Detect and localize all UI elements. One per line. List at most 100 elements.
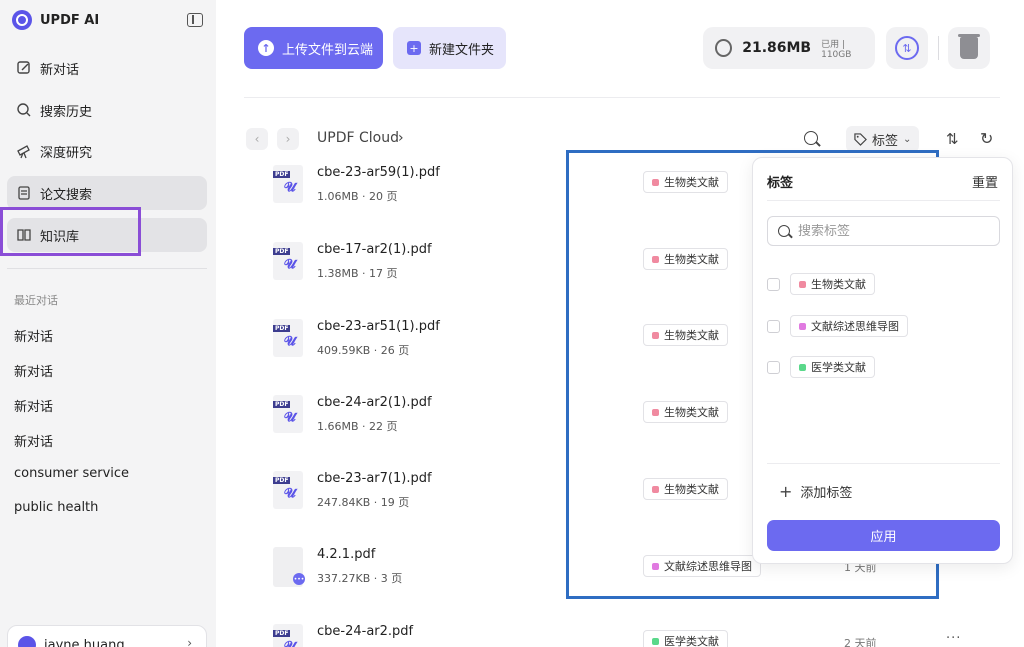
file-row[interactable]: PDF 𝓤 cbe-23-ar51(1).pdf 409.59KB · 26 页 bbox=[273, 319, 573, 359]
sidebar: UPDF AI 新对话 搜索历史 深度研究 论文搜索 知识库 最近对话 新对话 … bbox=[0, 0, 216, 647]
tag-search-input[interactable] bbox=[798, 223, 978, 239]
sidebar-item-search-history[interactable]: 搜索历史 bbox=[7, 93, 207, 127]
storage-meta: 已用 | 110GB bbox=[821, 39, 852, 60]
upload-to-cloud-button[interactable]: ↑ 上传文件到云端 bbox=[244, 27, 383, 69]
divider bbox=[767, 200, 1000, 201]
chevron-right-icon: › bbox=[187, 636, 192, 647]
tag-chip: 文献综述思维导图 bbox=[790, 315, 908, 337]
app-name: UPDF AI bbox=[40, 12, 100, 28]
file-row[interactable]: PDF 𝓤 cbe-23-ar59(1).pdf 1.06MB · 20 页 bbox=[273, 165, 573, 205]
storage-usage[interactable]: 21.86MB 已用 | 110GB bbox=[703, 27, 875, 69]
brand[interactable]: UPDF AI bbox=[12, 10, 99, 30]
tag-color-dot bbox=[799, 280, 806, 288]
new-folder-button[interactable]: + 新建文件夹 bbox=[393, 27, 506, 69]
tag-color-dot bbox=[799, 322, 806, 330]
storage-used: 21.86MB bbox=[742, 40, 812, 56]
file-name: cbe-23-ar7(1).pdf bbox=[317, 471, 432, 486]
checkbox[interactable] bbox=[767, 360, 780, 374]
sidebar-item-deep-research[interactable]: 深度研究 bbox=[7, 134, 207, 168]
divider bbox=[938, 36, 939, 60]
sidebar-item-label: 搜索历史 bbox=[40, 104, 93, 120]
pdf-file-icon: PDF 𝓤 bbox=[273, 165, 303, 203]
tag-chip: 医学类文献 bbox=[790, 356, 875, 378]
divider bbox=[767, 463, 1000, 464]
recent-chat-item[interactable]: 新对话 bbox=[14, 431, 53, 450]
recent-chat-item[interactable]: 新对话 bbox=[14, 361, 53, 380]
tag-icon bbox=[854, 132, 867, 146]
trash-icon bbox=[958, 34, 980, 59]
divider bbox=[244, 97, 1000, 98]
sidebar-collapse-icon[interactable] bbox=[187, 13, 203, 27]
edit-icon bbox=[16, 60, 32, 76]
more-options-icon[interactable]: ··· bbox=[946, 631, 961, 646]
add-folder-icon: + bbox=[407, 41, 421, 55]
pdf-file-icon: PDF 𝓤 bbox=[273, 624, 303, 647]
file-row[interactable]: ••• 4.2.1.pdf 337.27KB · 3 页 bbox=[273, 547, 573, 587]
pdf-file-icon: PDF 𝓤 bbox=[273, 319, 303, 357]
panel-title: 标签 bbox=[767, 176, 794, 191]
search-icon bbox=[778, 225, 790, 237]
refresh-icon[interactable]: ↻ bbox=[980, 129, 993, 148]
add-tag-button[interactable]: + 添加标签 bbox=[779, 482, 852, 501]
user-account[interactable]: jayne huang › bbox=[7, 625, 207, 647]
sync-icon: ⇅ bbox=[895, 36, 919, 60]
plus-icon: + bbox=[779, 482, 793, 501]
tag-color-dot bbox=[799, 363, 806, 371]
sync-button[interactable]: ⇅ bbox=[886, 27, 928, 69]
recent-chat-item[interactable]: 新对话 bbox=[14, 396, 53, 415]
pdf-file-icon: PDF 𝓤 bbox=[273, 242, 303, 280]
file-row[interactable]: PDF 𝓤 cbe-24-ar2.pdf bbox=[273, 624, 573, 647]
recent-chat-item[interactable]: 新对话 bbox=[14, 326, 53, 345]
recent-chats-title: 最近对话 bbox=[14, 294, 58, 307]
chevron-right-icon: › bbox=[398, 130, 404, 146]
file-meta: 1.66MB · 22 页 bbox=[317, 420, 398, 433]
file-row[interactable]: PDF 𝓤 cbe-23-ar7(1).pdf 247.84KB · 19 页 bbox=[273, 471, 573, 511]
sidebar-item-label: 新对话 bbox=[40, 62, 80, 78]
file-meta: 337.27KB · 3 页 bbox=[317, 572, 403, 585]
document-file-icon: ••• bbox=[273, 547, 305, 587]
telescope-icon bbox=[16, 143, 32, 159]
sidebar-item-paper-search[interactable]: 论文搜索 bbox=[7, 176, 207, 210]
tag-option[interactable]: 生物类文献 bbox=[767, 273, 875, 295]
file-name: cbe-17-ar2(1).pdf bbox=[317, 242, 432, 257]
tag-search-field[interactable] bbox=[767, 216, 1000, 246]
upload-label: 上传文件到云端 bbox=[282, 42, 374, 58]
file-name: cbe-24-ar2.pdf bbox=[317, 624, 414, 639]
recent-chat-item[interactable]: public health bbox=[14, 500, 98, 515]
tag-option[interactable]: 文献综述思维导图 bbox=[767, 315, 908, 337]
file-tag[interactable]: 医学类文献 bbox=[643, 630, 728, 647]
tag-option[interactable]: 医学类文献 bbox=[767, 356, 875, 378]
pdf-file-icon: PDF 𝓤 bbox=[273, 395, 303, 433]
recent-chat-item[interactable]: consumer service bbox=[14, 466, 129, 481]
file-row[interactable]: PDF 𝓤 cbe-24-ar2(1).pdf 1.66MB · 22 页 bbox=[273, 395, 573, 435]
tag-filter-button[interactable]: 标签 ⌄ bbox=[846, 126, 919, 152]
sidebar-item-label: 深度研究 bbox=[40, 145, 93, 161]
sidebar-item-new-chat[interactable]: 新对话 bbox=[7, 51, 207, 85]
forward-button[interactable]: › bbox=[277, 128, 299, 150]
checkbox[interactable] bbox=[767, 319, 780, 333]
tag-filter-label: 标签 bbox=[872, 133, 899, 149]
sidebar-item-label: 论文搜索 bbox=[40, 187, 93, 203]
user-name: jayne huang bbox=[44, 637, 125, 647]
file-meta: 247.84KB · 19 页 bbox=[317, 496, 410, 509]
trash-button[interactable] bbox=[948, 27, 990, 69]
updf-logo-icon bbox=[12, 10, 32, 30]
paper-icon bbox=[16, 185, 32, 201]
file-name: cbe-23-ar51(1).pdf bbox=[317, 319, 440, 334]
storage-icon bbox=[715, 39, 733, 57]
sort-icon[interactable]: ⇅ bbox=[946, 130, 959, 148]
file-time: 2 天前 bbox=[844, 637, 877, 647]
divider bbox=[7, 268, 207, 269]
tag-chip: 生物类文献 bbox=[790, 273, 875, 295]
chat-icon: ••• bbox=[293, 573, 305, 585]
file-meta: 1.06MB · 20 页 bbox=[317, 190, 398, 203]
back-button[interactable]: ‹ bbox=[246, 128, 268, 150]
search-icon bbox=[16, 102, 32, 118]
search-icon[interactable] bbox=[804, 131, 818, 145]
avatar bbox=[18, 636, 36, 647]
apply-button[interactable]: 应用 bbox=[767, 520, 1000, 551]
checkbox[interactable] bbox=[767, 277, 780, 291]
reset-button[interactable]: 重置 bbox=[972, 172, 998, 191]
breadcrumb[interactable]: UPDF Cloud bbox=[317, 130, 399, 146]
file-row[interactable]: PDF 𝓤 cbe-17-ar2(1).pdf 1.38MB · 17 页 bbox=[273, 242, 573, 282]
